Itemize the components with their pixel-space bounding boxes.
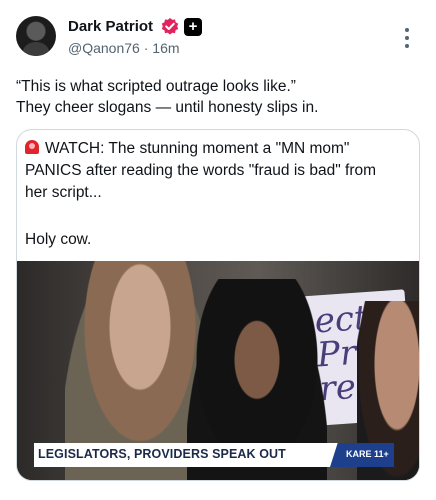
news-caption-banner: LEGISLATORS, PROVIDERS SPEAK OUT KARE 11… (34, 443, 394, 467)
caption-text: LEGISLATORS, PROVIDERS SPEAK OUT (38, 447, 286, 461)
separator: · (143, 40, 149, 56)
post-line: “This is what scripted outrage looks lik… (16, 78, 296, 95)
quote-line: her script... (25, 184, 102, 201)
station-logo: KARE 11+ (330, 443, 394, 467)
quote-line: WATCH: The stunning moment a "MN mom" (25, 138, 409, 160)
display-name[interactable]: Dark Patriot (68, 18, 153, 35)
quoted-post[interactable]: WATCH: The stunning moment a "MN mom" PA… (16, 129, 420, 481)
station-logo-text: KARE 11+ (346, 449, 389, 459)
quoted-post-text: WATCH: The stunning moment a "MN mom" PA… (25, 138, 409, 204)
more-options-icon[interactable] (400, 28, 414, 50)
plus-badge-icon: + (184, 18, 202, 36)
avatar[interactable] (16, 16, 56, 56)
handle-and-time: @Qanon76 · 16m (68, 40, 180, 56)
post-text: “This is what scripted outrage looks lik… (16, 76, 416, 118)
handle[interactable]: @Qanon76 (68, 40, 140, 56)
video-thumbnail[interactable]: ect Pro ren LEGISLATORS, PROVIDERS SPEAK… (17, 261, 419, 480)
quote-line: PANICS after reading the words "fraud is… (25, 162, 377, 179)
quoted-post-comment: Holy cow. (25, 231, 92, 248)
post: Dark Patriot + @Qanon76 · 16m “This is w… (0, 0, 436, 500)
verified-badge-icon (161, 18, 179, 35)
post-line: They cheer slogans — until honesty slips… (16, 99, 319, 116)
siren-icon (25, 140, 39, 154)
timestamp[interactable]: 16m (152, 40, 179, 56)
